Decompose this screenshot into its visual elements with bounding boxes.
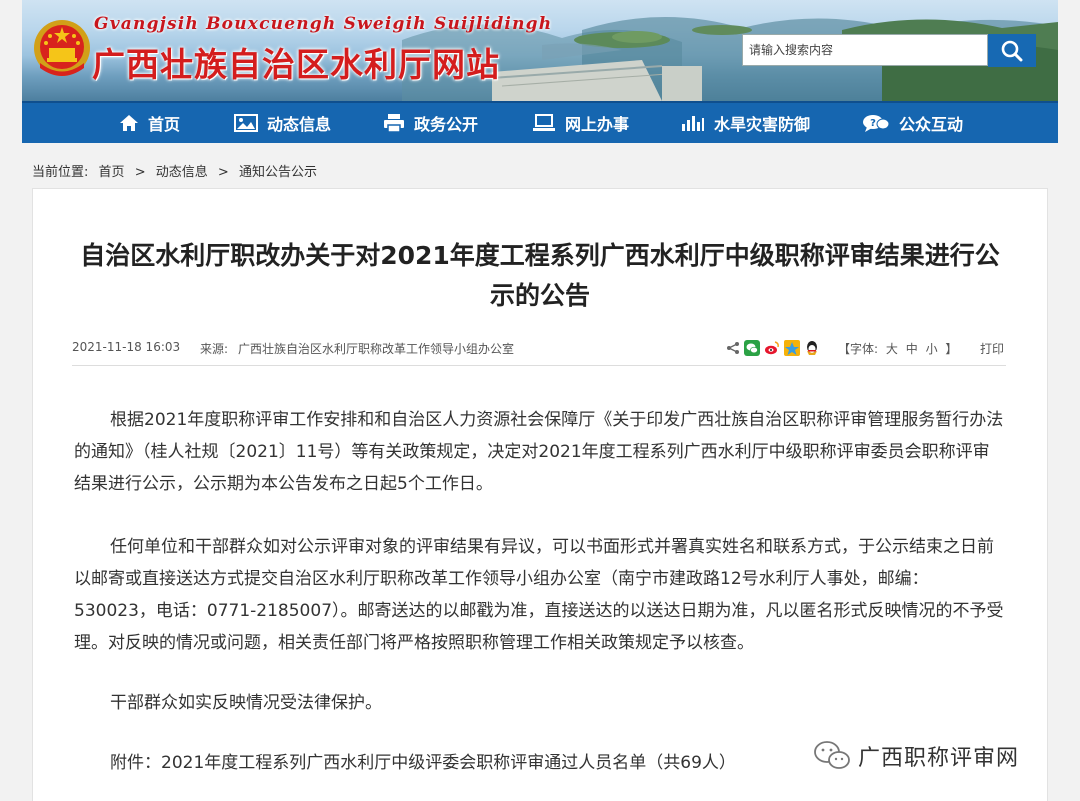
nav-item-public-interaction[interactable]: ? 公众互动 [862,103,963,143]
search-box [742,34,988,66]
breadcrumb: 当前位置: 首页 > 动态信息 > 通知公告公示 [32,161,323,180]
breadcrumb-link-news[interactable]: 动态信息 [156,165,208,180]
print-link[interactable]: 打印 [980,340,1004,357]
nav-item-online-services[interactable]: 网上办事 [532,103,629,143]
publish-date: 2021-11-18 16:03 [72,340,181,354]
watermark-text: 广西职称评审网 [858,746,1020,771]
nav-item-home[interactable]: 首页 [119,103,180,143]
font-size-label: 【字体: [838,342,879,356]
nav-item-label: 政务公开 [414,115,479,134]
weibo-icon[interactable] [764,340,780,359]
font-medium-button[interactable]: 中 [906,342,918,356]
nav-item-label: 动态信息 [267,115,332,134]
article-meta: 2021-11-18 16:03 来源: 广西壮族自治区水利厅职称改革工作领导小… [72,340,1006,360]
qzone-icon[interactable] [784,340,800,359]
breadcrumb-link-home[interactable]: 首页 [99,165,125,180]
nav-item-label: 公众互动 [899,115,964,134]
search-input[interactable] [743,35,987,65]
font-size-controls: 【字体: 大 中 小 】 [838,340,961,357]
article-paragraph: 任何单位和干部群众如对公示评审对象的评审结果有异议，可以书面形式并署真实姓名和联… [74,537,1004,653]
chat-icon: ? [863,115,890,132]
printer-icon [384,114,404,133]
site-latin-name: Gvangjsih Bouxcuengh Sweigih Suijlidingh [94,14,553,34]
image-icon [234,114,258,132]
nav-item-news[interactable]: 动态信息 [234,103,331,143]
qq-icon[interactable] [804,340,820,359]
bar-chart-icon [682,116,704,131]
wechat-icon[interactable] [744,340,760,359]
nav-item-label: 水旱灾害防御 [714,115,811,134]
search-button[interactable] [988,34,1036,67]
national-emblem-icon [34,20,90,76]
nav-item-flood-drought[interactable]: 水旱灾害防御 [681,103,810,143]
share-toolbar [726,340,824,359]
search-icon [1001,40,1023,61]
breadcrumb-link-notices[interactable]: 通知公告公示 [239,165,317,180]
breadcrumb-separator: > [134,165,146,180]
nav-item-label: 首页 [148,115,181,134]
source-label: 来源: [200,342,229,356]
main-nav: 首页 动态信息 政务公开 网上办事 水旱灾害防御 ? 公众互动 [22,101,1058,143]
article-paragraph: 干部群众如实反映情况受法律保护。 [110,693,382,713]
wechat-logo-icon [814,741,850,769]
laptop-icon [533,114,555,131]
wechat-watermark: 广西职称评审网 [812,739,1019,773]
article-source: 广西壮族自治区水利厅职称改革工作领导小组办公室 [238,342,515,356]
font-size-label-close: 】 [945,342,958,356]
breadcrumb-separator: > [217,165,229,180]
site-title[interactable]: 广西壮族自治区水利厅网站 [92,38,500,86]
nav-item-label: 网上办事 [565,115,630,134]
svg-text:?: ? [870,118,876,129]
font-small-button[interactable]: 小 [926,342,938,356]
share-icon[interactable] [726,341,740,358]
breadcrumb-prefix: 当前位置: [32,165,89,180]
article-paragraph: 根据2021年度职称评审工作安排和和自治区人力资源社会保障厅《关于印发广西壮族自… [74,410,1004,494]
article-title: 自治区水利厅职改办关于对2021年度工程系列广西水利厅中级职称评审结果进行公示的… [80,241,1000,310]
home-icon [120,115,138,131]
font-large-button[interactable]: 大 [886,342,898,356]
meta-divider [72,365,1006,366]
nav-item-gov-affairs[interactable]: 政务公开 [383,103,478,143]
